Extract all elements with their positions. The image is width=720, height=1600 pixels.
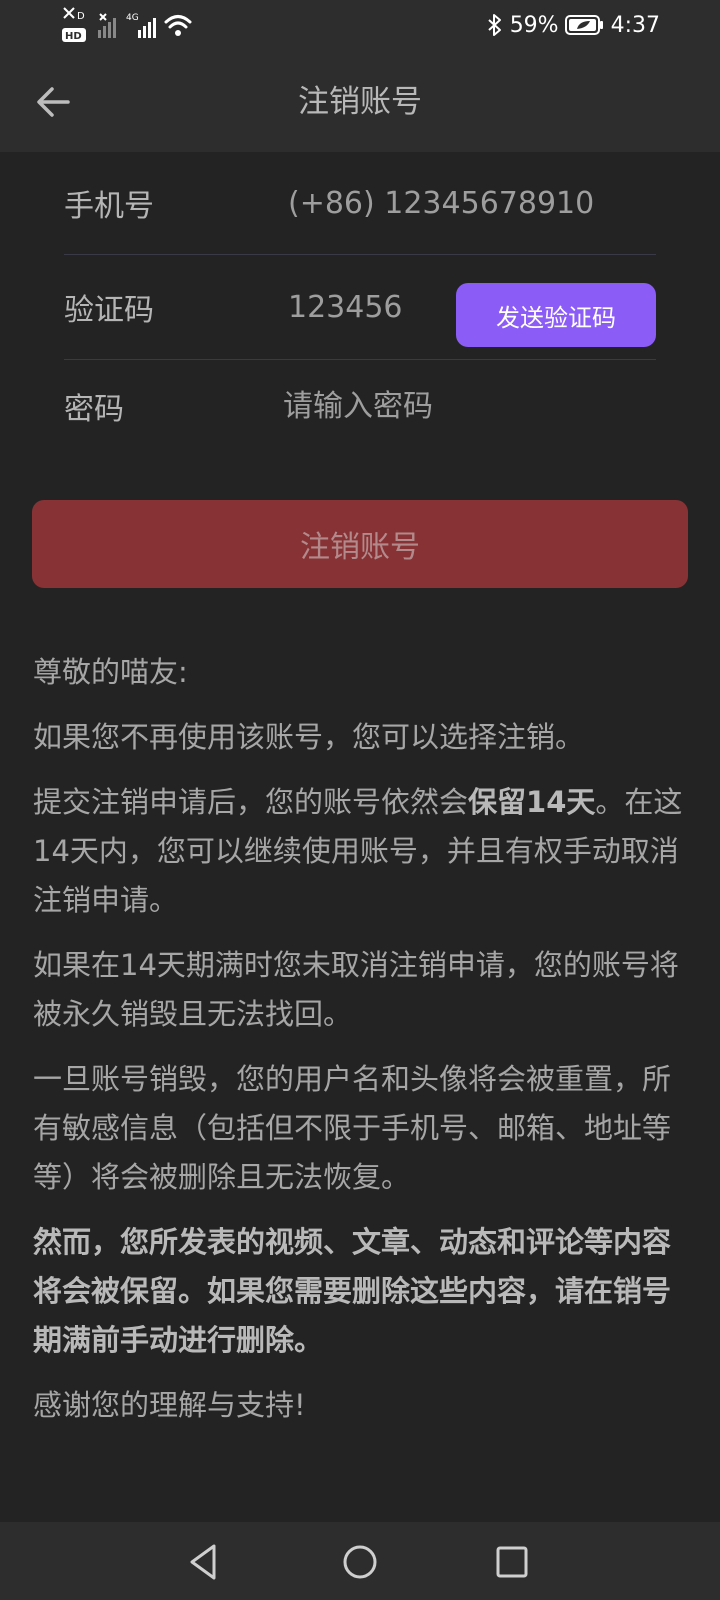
notice-p2-prefix: 提交注销申请后，您的账号依然会 <box>33 785 469 819</box>
status-right: 59% 4:37 <box>486 10 660 40</box>
notice-paragraph-3: 如果在14天期满时您未取消注销申请，您的账号将被永久销毁且无法找回。 <box>33 948 679 1031</box>
signal-cluster-icon: D HD 4G <box>62 7 192 42</box>
back-triangle-icon <box>190 1544 216 1580</box>
clock: 4:37 <box>610 12 660 38</box>
notice-p2-bold: 保留14天 <box>468 785 596 819</box>
svg-text:4G: 4G <box>126 13 139 23</box>
notice-paragraph-1: 如果您不再使用该账号，您可以选择注销。 <box>33 720 585 754</box>
svg-text:D: D <box>77 11 85 22</box>
account-form: 手机号 (+86) 12345678910 验证码 发送验证码 密码 <box>64 152 656 452</box>
phone-row: 手机号 (+86) 12345678910 <box>64 152 656 255</box>
recents-square-icon <box>496 1546 528 1578</box>
phone-value: (+86) 12345678910 <box>288 185 595 221</box>
deactivation-notice: 尊敬的喵友: 如果您不再使用该账号，您可以选择注销。 提交注销申请后，您的账号依… <box>33 648 693 1446</box>
phone-label: 手机号 <box>64 189 154 224</box>
nav-home-button[interactable] <box>338 1540 382 1584</box>
nav-back-button[interactable] <box>184 1540 228 1584</box>
app-bar: 注销账号 <box>0 52 720 152</box>
notice-paragraph-4: 一旦账号销毁，您的用户名和头像将会被重置，所有敏感信息（包括但不限于手机号、邮箱… <box>33 1062 672 1194</box>
bluetooth-icon <box>488 14 501 36</box>
page-title: 注销账号 <box>298 84 422 120</box>
code-label: 验证码 <box>64 293 154 328</box>
battery-percent: 59% <box>509 12 559 38</box>
code-row: 验证码 发送验证码 <box>64 255 656 360</box>
status-left-icons: D HD 4G <box>62 6 202 46</box>
system-nav-bar <box>0 1522 720 1600</box>
password-input[interactable] <box>283 388 656 424</box>
password-label: 密码 <box>64 392 124 427</box>
code-input[interactable] <box>288 289 448 325</box>
notice-p5-bold: 然而，您所发表的视频、文章、动态和评论等内容将会被保留。如果您需要删除这些内容，… <box>33 1225 672 1357</box>
password-row: 密码 <box>64 360 656 452</box>
home-circle-icon <box>343 1545 377 1579</box>
nav-recents-button[interactable] <box>490 1540 534 1584</box>
notice-paragraph-6: 感谢您的理解与支持! <box>33 1388 306 1422</box>
svg-text:HD: HD <box>65 31 82 42</box>
battery-icon <box>564 15 603 35</box>
notice-greeting: 尊敬的喵友: <box>33 655 188 689</box>
send-code-button[interactable]: 发送验证码 <box>456 283 656 347</box>
deactivate-account-button[interactable]: 注销账号 <box>32 500 688 588</box>
status-bar: D HD 4G 59% 4:37 <box>0 0 720 52</box>
notice-paragraph-5: 然而，您所发表的视频、文章、动态和评论等内容将会被保留。如果您需要删除这些内容，… <box>33 1218 693 1365</box>
notice-paragraph-2: 提交注销申请后，您的账号依然会保留14天。在这14天内，您可以继续使用账号，并且… <box>33 778 693 925</box>
